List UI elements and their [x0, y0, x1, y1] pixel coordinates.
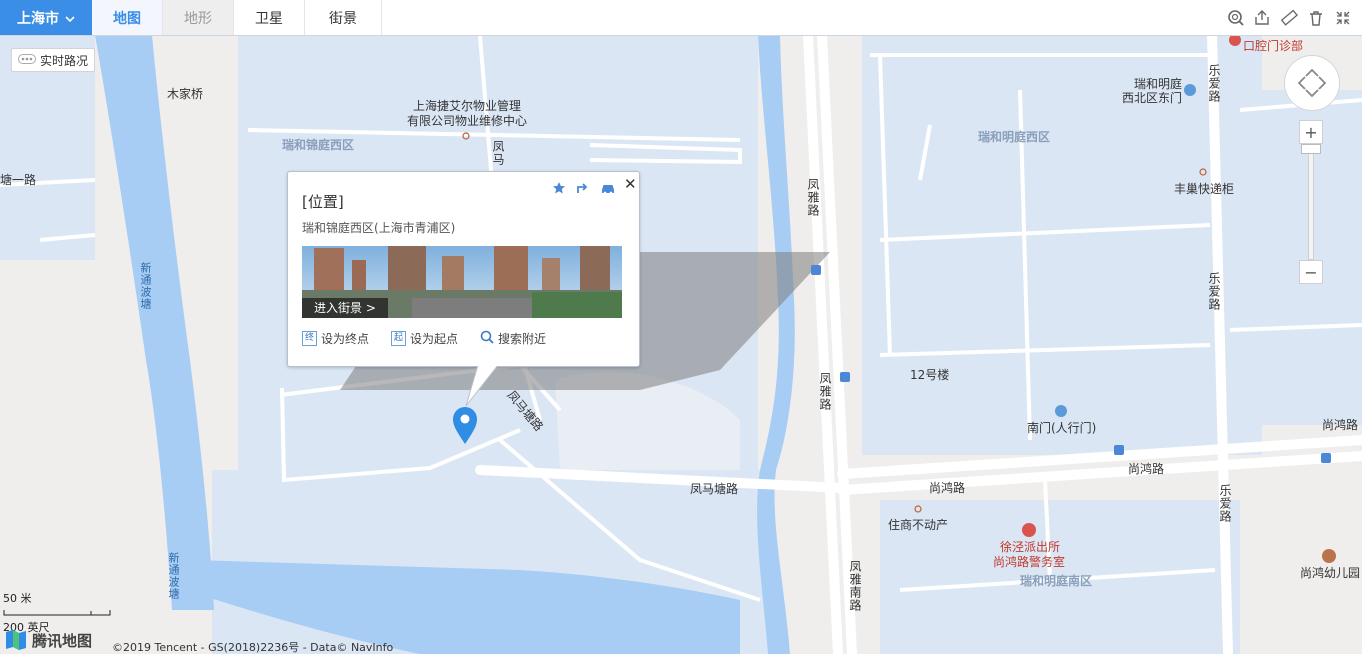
search-nearby-icon	[480, 330, 494, 347]
poi-label-northwest-gate-1: 瑞和明庭	[1134, 77, 1183, 91]
road-label-shanghong-b: 尚鸿路	[1128, 462, 1165, 476]
car-icon[interactable]	[600, 180, 616, 199]
destination-badge-icon: 终	[302, 331, 317, 346]
tab-satellite-label: 卫星	[255, 10, 283, 27]
tab-streetview-label: 街景	[329, 10, 357, 27]
city-label: 上海市	[17, 10, 59, 27]
set-origin-label: 设为起点	[410, 332, 459, 346]
search-nearby-label: 搜索附近	[498, 332, 547, 346]
zoom-in-button[interactable]: +	[1299, 120, 1323, 144]
search-icon[interactable]	[1227, 9, 1245, 27]
close-icon[interactable]: ✕	[624, 175, 637, 193]
fullscreen-icon[interactable]	[1334, 9, 1352, 27]
place-label-mujiaqiao: 木家桥	[167, 87, 204, 101]
poi-label-property-line1: 上海捷艾尔物业管理	[413, 99, 522, 113]
city-selector[interactable]: 上海市	[0, 0, 92, 35]
tab-map[interactable]: 地图	[92, 0, 163, 35]
tencent-map-logo: 腾讯地图	[4, 628, 92, 652]
trash-icon[interactable]	[1307, 9, 1325, 27]
road-label-shanghong-c: 尚鸿路	[1322, 418, 1359, 432]
area-label-ruihe-jinting-west: 瑞和锦庭西区	[282, 138, 355, 152]
water-label-xintongbotang-2: 新通波塘	[167, 552, 180, 600]
tencent-map-logo-icon	[6, 630, 26, 650]
logo-text: 腾讯地图	[32, 631, 93, 650]
streetview-thumbnail[interactable]: 进入街景 >	[302, 246, 622, 318]
road-label-fengya-a: 凤雅路	[806, 178, 820, 217]
traffic-toggle-button[interactable]: 实时路况	[11, 48, 96, 72]
tab-terrain[interactable]: 地形	[163, 0, 234, 35]
poi-label-northwest-gate-2: 西北区东门	[1122, 91, 1183, 105]
popup-address: 瑞和锦庭西区(上海市青浦区)	[302, 221, 456, 235]
road-label-fengya-south: 凤雅南路	[848, 560, 862, 612]
chevron-down-icon	[65, 10, 75, 26]
scale-metric: 50 米	[3, 592, 32, 605]
poi-label-kindergarten: 尚鸿幼儿园	[1300, 566, 1361, 580]
traffic-label: 实时路况	[40, 53, 89, 68]
enter-streetview-button[interactable]: 进入街景 >	[302, 298, 388, 318]
scale-ruler	[3, 610, 111, 616]
pan-left-icon	[1297, 76, 1306, 90]
ruler-icon[interactable]	[1280, 9, 1298, 27]
set-destination-label: 设为终点	[321, 332, 370, 346]
poi-label-building12: 12号楼	[910, 368, 950, 382]
poi-label-police-1: 徐泾派出所	[1000, 540, 1061, 554]
poi-label-fengchao: 丰巢快递柜	[1174, 182, 1235, 196]
poi-label-dental: 口腔门诊部	[1243, 39, 1304, 53]
star-icon[interactable]	[552, 180, 566, 199]
road-label-leai-a: 乐爱路	[1207, 64, 1221, 103]
set-destination-button[interactable]: 终 设为终点	[302, 330, 369, 347]
road-label-leai-b: 乐爱路	[1207, 272, 1221, 311]
area-label-ruihe-mingting-west: 瑞和明庭西区	[978, 130, 1051, 144]
road-label-leai-c: 乐爱路	[1218, 484, 1232, 523]
tab-terrain-label: 地形	[184, 10, 212, 27]
area-label-ruihe-mingting-south: 瑞和明庭南区	[1020, 574, 1093, 588]
set-origin-button[interactable]: 起 设为起点	[391, 330, 458, 347]
pan-control[interactable]	[1284, 55, 1340, 111]
origin-badge-icon: 起	[391, 331, 407, 346]
pan-right-icon	[1318, 76, 1327, 90]
map-toolbar: 上海市 地图 地形 卫星 街景	[0, 0, 1362, 36]
poi-label-zhushang: 住商不动产	[888, 518, 949, 532]
pan-down-icon	[1305, 89, 1319, 98]
zoom-out-button[interactable]: −	[1299, 260, 1323, 284]
map-viewport[interactable]: 木家桥 上海捷艾尔物业管理 有限公司物业维修中心 瑞和锦庭西区 瑞和明庭西区 瑞…	[0, 0, 1362, 654]
road-label-shanghong-a: 尚鸿路	[929, 481, 966, 495]
poi-label-south-gate: 南门(人行门)	[1027, 421, 1097, 435]
tab-satellite[interactable]: 卫星	[234, 0, 305, 35]
water-label-xintongbotang-1: 新通波塘	[139, 262, 152, 310]
zoom-control: + −	[1299, 120, 1323, 284]
poi-label-police-2: 尚鸿路警务室	[993, 555, 1066, 569]
search-nearby-button[interactable]: 搜索附近	[480, 330, 546, 347]
copyright-text: ©2019 Tencent - GS(2018)2236号 - Data© Na…	[112, 641, 394, 654]
tab-map-label: 地图	[113, 10, 141, 27]
popup-title: [位置]	[302, 193, 344, 211]
share-icon[interactable]	[1253, 9, 1271, 27]
popup-pointer	[465, 364, 500, 407]
road-label-fengya-b: 凤雅路	[818, 372, 832, 411]
traffic-icon	[18, 53, 36, 67]
zoom-slider-handle[interactable]	[1301, 144, 1321, 154]
road-label-tang1: 塘一路	[0, 173, 37, 187]
share-arrow-icon[interactable]	[576, 180, 590, 199]
road-label-fengmatang-c: 凤马塘路	[690, 482, 739, 496]
pan-up-icon	[1305, 68, 1319, 77]
zoom-slider-track[interactable]	[1308, 146, 1314, 260]
tab-streetview[interactable]: 街景	[305, 0, 382, 35]
poi-label-property-line2: 有限公司物业维修中心	[407, 114, 528, 128]
location-info-window: ✕ [位置] 瑞和锦庭西区(上海市青浦区) 进入街景 > 终 设为终点 起 设为…	[287, 171, 640, 367]
